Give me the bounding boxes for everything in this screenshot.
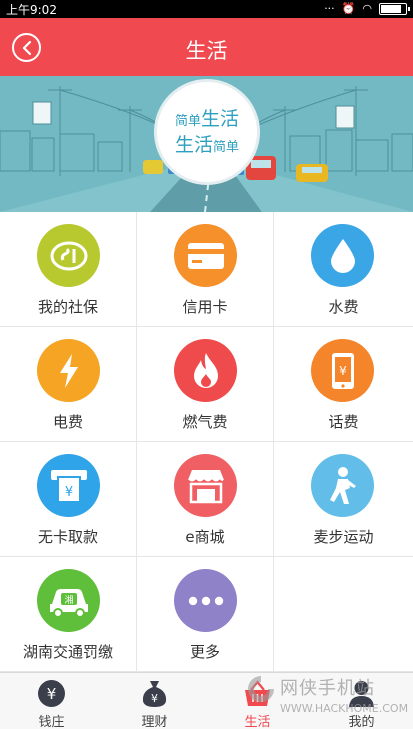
tab-shenghuo[interactable]: 生活 — [206, 673, 309, 729]
lightning-icon — [59, 353, 78, 388]
tab-licai[interactable]: ¥ 理财 — [103, 673, 206, 729]
atm-icon-circle: ¥ — [37, 454, 100, 517]
svg-text:¥: ¥ — [339, 364, 347, 378]
water-drop-icon-circle — [311, 224, 374, 287]
service-electric-bill[interactable]: 电费 — [0, 327, 137, 442]
service-hunan-traffic-fines[interactable]: 湘 湖南交通罚缴 — [0, 557, 137, 672]
service-label: 信用卡 — [182, 298, 228, 316]
page-title: 生活 — [185, 39, 228, 63]
service-label: 更多 — [189, 643, 220, 661]
empty-cell — [274, 557, 413, 672]
car-icon-circle: 湘 — [37, 569, 100, 632]
service-label: 话费 — [328, 413, 359, 431]
money-bag-icon: ¥ — [142, 681, 167, 707]
water-drop-icon — [330, 238, 355, 273]
service-credit-card[interactable]: 信用卡 — [137, 212, 274, 327]
header-bar: 生活 — [0, 18, 413, 76]
service-label: 麦步运动 — [313, 528, 374, 546]
credit-card-icon-circle — [174, 224, 237, 287]
phone-bill-icon: ¥ — [331, 352, 354, 389]
bottom-tab-bar: ¥ 钱庄 ¥ 理财 生活 我的 — [0, 672, 413, 729]
lightning-icon-circle — [37, 339, 100, 402]
service-label: e商城 — [185, 528, 225, 546]
wifi-icon: ◠ — [362, 2, 372, 15]
slogan-small-1: 简单 — [174, 114, 201, 129]
signal-dots-icon: ··· — [324, 2, 335, 15]
service-label: 湖南交通罚缴 — [22, 643, 113, 661]
services-grid: 我的社保 信用卡 水费 电费 燃气费 ¥ 话费 ¥ 无卡取款 e商城 麦步运动 … — [0, 212, 413, 672]
plate-text: 湘 — [64, 594, 73, 606]
flame-icon-circle — [174, 339, 237, 402]
atm-icon: ¥ — [50, 469, 87, 503]
service-more[interactable]: 更多 — [137, 557, 274, 672]
more-dots-icon-circle — [174, 569, 237, 632]
service-label: 我的社保 — [37, 298, 98, 316]
service-label: 电费 — [52, 413, 83, 431]
slogan-line-2: 生活简单 — [157, 130, 257, 157]
car-icon: 湘 — [49, 588, 88, 618]
service-e-mall[interactable]: e商城 — [137, 442, 274, 557]
person-icon — [349, 681, 374, 707]
tab-label: 钱庄 — [38, 715, 65, 729]
status-icons: ··· ⏰ ◠ — [324, 2, 410, 16]
shop-icon — [187, 469, 224, 503]
service-label: 燃气费 — [182, 413, 228, 431]
svg-text:¥: ¥ — [64, 485, 72, 500]
battery-icon — [379, 3, 410, 15]
runner-icon — [329, 466, 356, 504]
promo-banner[interactable]: 简单生活 生活简单 — [0, 76, 413, 212]
service-phone-bill[interactable]: ¥ 话费 — [274, 327, 413, 442]
service-gas-bill[interactable]: 燃气费 — [137, 327, 274, 442]
shop-icon-circle — [174, 454, 237, 517]
tab-label: 理财 — [141, 715, 168, 729]
battery-level — [381, 5, 401, 13]
status-bar: 上午9:02 ··· ⏰ ◠ — [0, 0, 413, 18]
status-time: 上午9:02 — [6, 3, 57, 17]
tab-label: 我的 — [348, 715, 375, 729]
service-label: 无卡取款 — [37, 528, 98, 546]
banner-slogan-bubble: 简单生活 生活简单 — [154, 79, 260, 185]
service-social-security[interactable]: 我的社保 — [0, 212, 137, 327]
basket-icon — [245, 680, 270, 706]
service-water-bill[interactable]: 水费 — [274, 212, 413, 327]
svg-text:¥: ¥ — [47, 685, 57, 703]
tab-label: 生活 — [244, 715, 271, 729]
yen-circle-icon: ¥ — [38, 680, 65, 707]
slogan-line-1: 简单生活 — [157, 104, 257, 131]
social-security-icon — [50, 241, 87, 270]
slogan-small-2: 简单 — [213, 140, 240, 155]
svg-text:¥: ¥ — [151, 692, 158, 705]
slogan-big-1: 生活 — [201, 108, 240, 130]
slogan-big-2: 生活 — [174, 134, 213, 156]
social-security-icon-circle — [37, 224, 100, 287]
service-label: 水费 — [328, 298, 359, 316]
service-maibu-sports[interactable]: 麦步运动 — [274, 442, 413, 557]
credit-card-icon — [187, 242, 224, 269]
tab-qianzhuang[interactable]: ¥ 钱庄 — [0, 673, 103, 729]
service-cardless-withdrawal[interactable]: ¥ 无卡取款 — [0, 442, 137, 557]
runner-icon-circle — [311, 454, 374, 517]
flame-icon — [193, 352, 218, 388]
alarm-icon: ⏰ — [341, 2, 356, 15]
phone-bill-icon-circle: ¥ — [311, 339, 374, 402]
tab-wode[interactable]: 我的 — [310, 673, 413, 729]
more-dots-icon — [188, 596, 223, 605]
